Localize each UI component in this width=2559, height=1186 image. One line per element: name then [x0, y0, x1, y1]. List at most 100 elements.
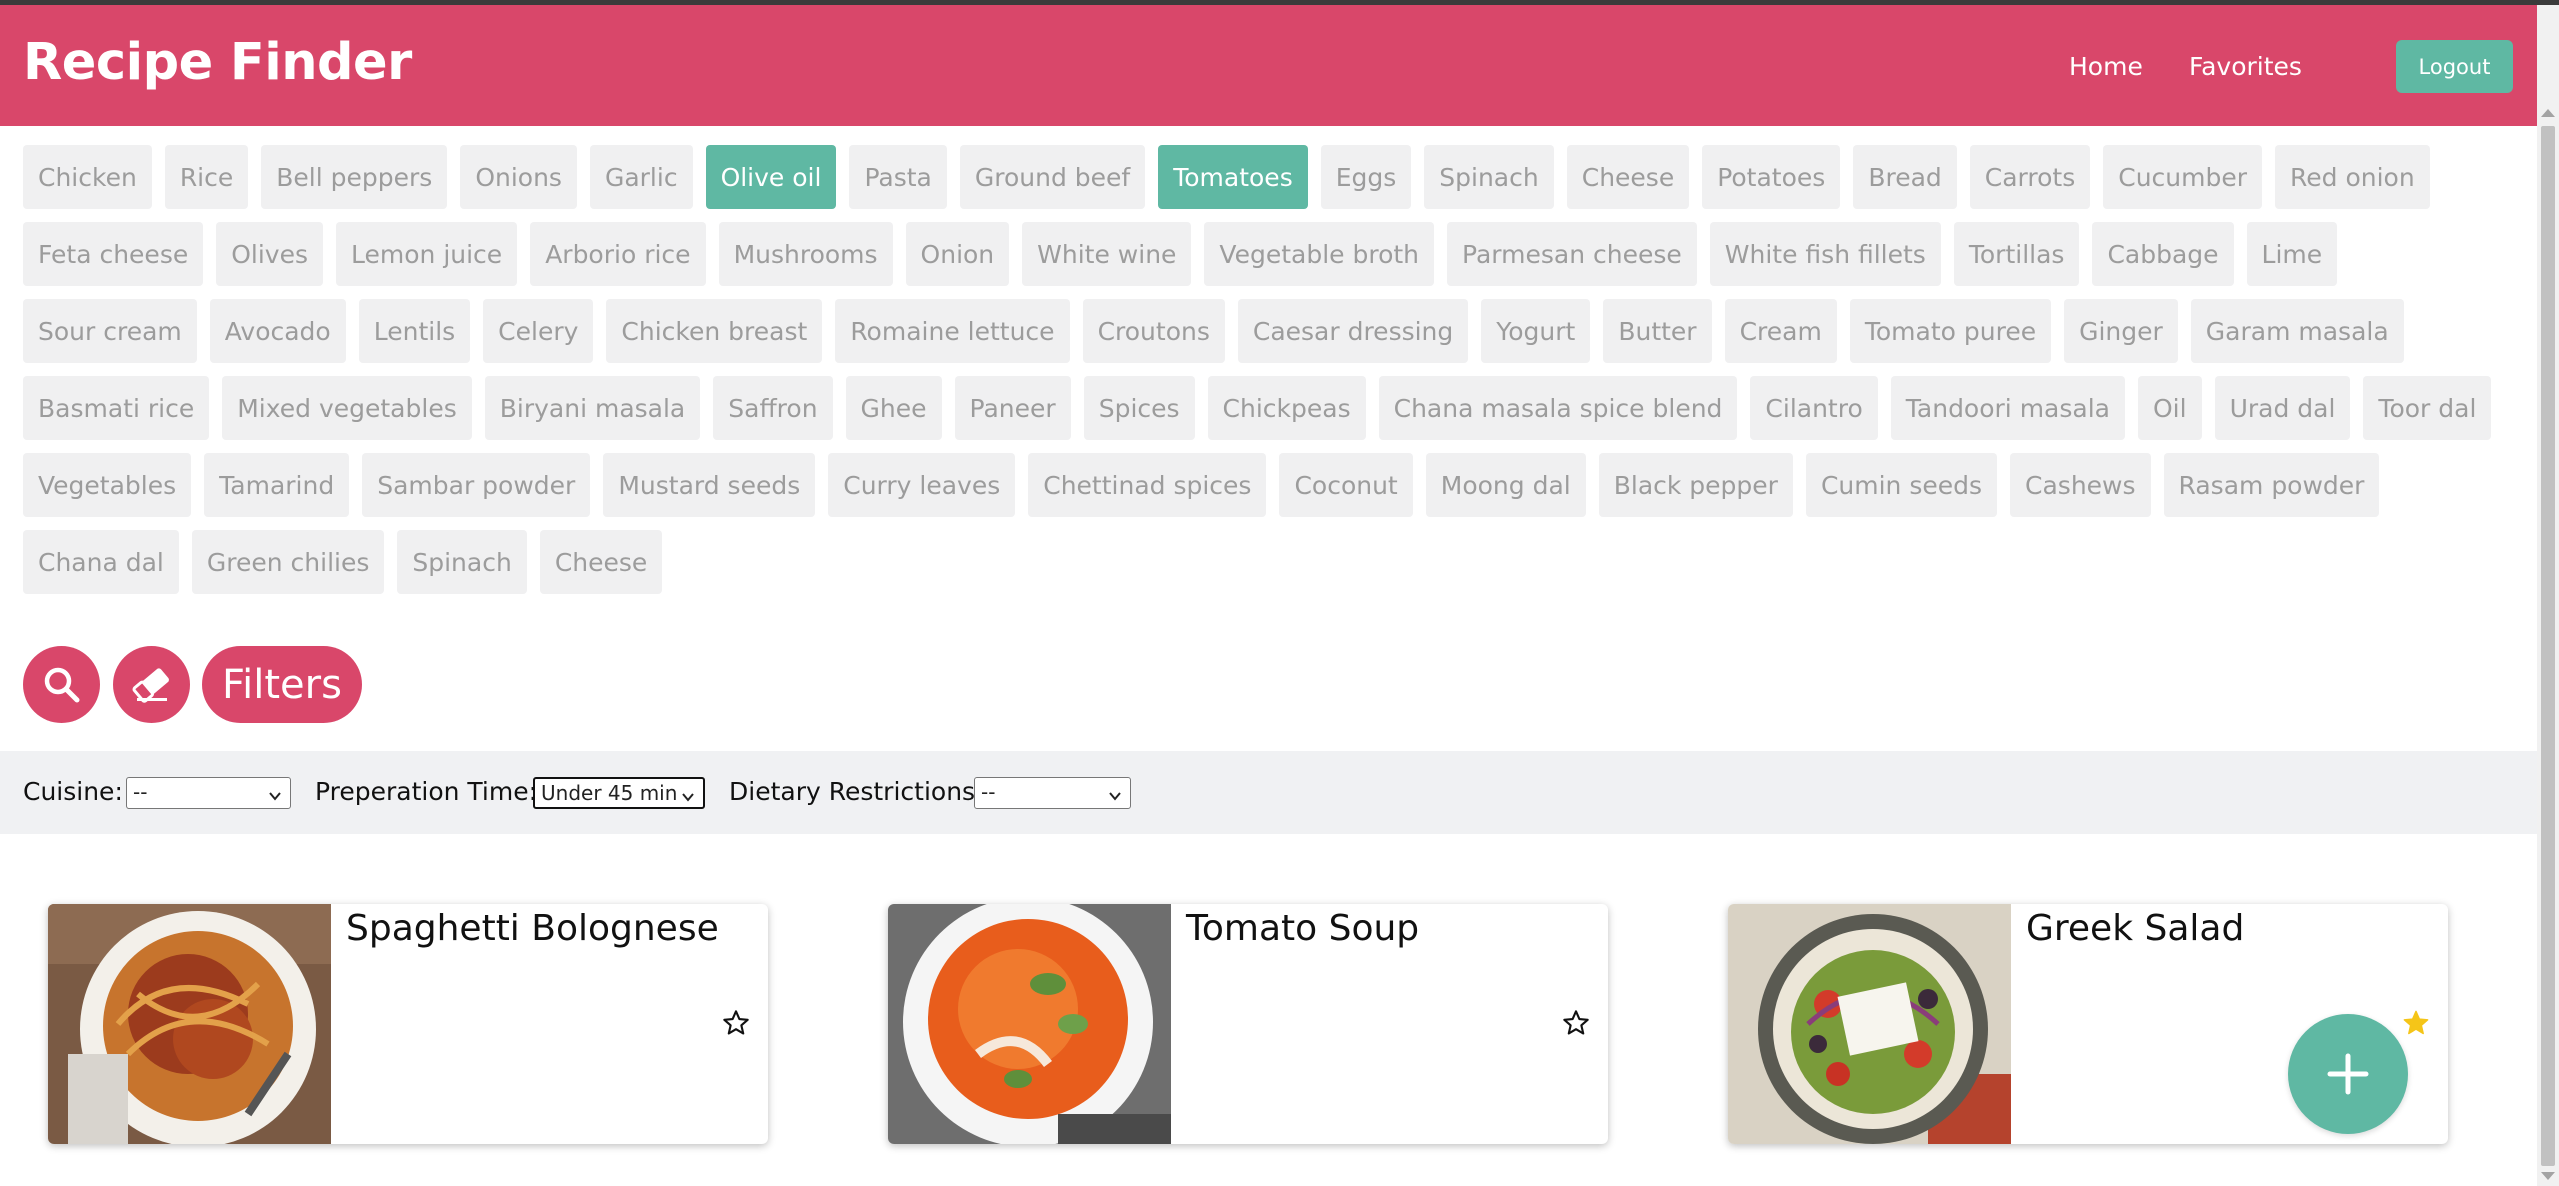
add-recipe-button[interactable] [2288, 1014, 2408, 1134]
ingredient-chip[interactable]: Cucumber [2103, 145, 2263, 209]
prep-time-select[interactable]: Under 45 min [533, 777, 705, 809]
ingredient-chip[interactable]: Avocado [209, 299, 346, 363]
ingredient-chip[interactable]: Butter [1603, 299, 1712, 363]
ingredient-chip[interactable]: Carrots [1969, 145, 2091, 209]
prep-time-label: Preperation Time: [315, 777, 538, 806]
ingredient-chip[interactable]: Rice [164, 145, 249, 209]
ingredient-chip[interactable]: Olive oil [705, 145, 837, 209]
ingredient-chip[interactable]: Celery [483, 299, 594, 363]
ingredient-chip[interactable]: Tomatoes [1158, 145, 1308, 209]
ingredient-chip[interactable]: Cumin seeds [1805, 453, 1998, 517]
ingredient-chip[interactable]: Basmati rice [23, 376, 210, 440]
ingredient-chip[interactable]: Romaine lettuce [835, 299, 1070, 363]
ingredient-chip[interactable]: Garlic [589, 145, 693, 209]
ingredient-chip[interactable]: Chana masala spice blend [1378, 376, 1738, 440]
ingredient-chip[interactable]: Eggs [1320, 145, 1412, 209]
ingredient-chip[interactable]: Cheese [539, 530, 663, 594]
filters-button[interactable]: Filters [202, 646, 362, 723]
ingredient-chip[interactable]: Bread [1853, 145, 1957, 209]
ingredient-chip[interactable]: Vegetable broth [1204, 222, 1435, 286]
ingredient-chip[interactable]: Spinach [397, 530, 527, 594]
ingredient-chip[interactable]: Coconut [1279, 453, 1413, 517]
favorite-star-icon[interactable] [1562, 1009, 1590, 1037]
ingredient-chip[interactable]: Feta cheese [23, 222, 204, 286]
plus-icon [2327, 1053, 2369, 1095]
recipe-image-greek-salad [1728, 904, 2011, 1144]
favorite-star-icon[interactable] [722, 1009, 750, 1037]
ingredient-chip[interactable]: Biryani masala [484, 376, 701, 440]
ingredient-chip[interactable]: Ginger [2064, 299, 2178, 363]
ingredient-chip[interactable]: Tortillas [1953, 222, 2080, 286]
ingredient-chip[interactable]: Ground beef [959, 145, 1146, 209]
ingredient-chip[interactable]: Onion [905, 222, 1010, 286]
ingredient-chip[interactable]: Chickpeas [1207, 376, 1366, 440]
ingredient-chip[interactable]: Rasam powder [2163, 453, 2380, 517]
ingredient-chip[interactable]: Cilantro [1750, 376, 1878, 440]
ingredient-chip[interactable]: Cheese [1566, 145, 1690, 209]
ingredient-chip[interactable]: Spices [1083, 376, 1195, 440]
ingredient-chip[interactable]: Mushrooms [718, 222, 893, 286]
ingredient-chip[interactable]: Cashews [2010, 453, 2151, 517]
ingredient-chip[interactable]: Cabbage [2092, 222, 2234, 286]
ingredient-chip[interactable]: Sour cream [23, 299, 197, 363]
ingredient-chip[interactable]: Tandoori masala [1890, 376, 2125, 440]
ingredient-chip[interactable]: Paneer [954, 376, 1071, 440]
recipe-card[interactable]: Tomato Soup [888, 904, 1608, 1144]
ingredient-chip[interactable]: Croutons [1082, 299, 1225, 363]
ingredient-chip[interactable]: White wine [1022, 222, 1192, 286]
ingredient-chip[interactable]: Mixed vegetables [222, 376, 472, 440]
recipe-card[interactable]: Spaghetti Bolognese [48, 904, 768, 1144]
ingredient-chip[interactable]: Yogurt [1481, 299, 1591, 363]
ingredient-chip[interactable]: Urad dal [2214, 376, 2351, 440]
ingredient-chip[interactable]: Bell peppers [261, 145, 448, 209]
ingredient-chip[interactable]: Tomato puree [1849, 299, 2052, 363]
ingredient-chip[interactable]: Red onion [2275, 145, 2430, 209]
ingredient-chip[interactable]: Potatoes [1702, 145, 1841, 209]
scrollbar-thumb[interactable] [2541, 126, 2555, 1166]
ingredient-chip[interactable]: Moong dal [1425, 453, 1586, 517]
ingredient-chip[interactable]: Olives [216, 222, 324, 286]
ingredient-chip[interactable]: Vegetables [23, 453, 192, 517]
scroll-down-arrow-icon[interactable] [2541, 1172, 2555, 1180]
ingredient-chip[interactable]: Sambar powder [362, 453, 591, 517]
ingredient-chip[interactable]: Lentils [358, 299, 471, 363]
ingredient-chip[interactable]: Lime [2246, 222, 2338, 286]
ingredient-chip[interactable]: Chicken breast [606, 299, 823, 363]
ingredient-chip[interactable]: Parmesan cheese [1447, 222, 1697, 286]
ingredient-chip[interactable]: Mustard seeds [603, 453, 816, 517]
ingredient-chip[interactable]: White fish fillets [1709, 222, 1941, 286]
nav-favorites-link[interactable]: Favorites [2189, 52, 2302, 81]
favorite-star-icon[interactable] [2402, 1009, 2430, 1037]
clear-selection-button[interactable] [113, 646, 190, 723]
ingredient-chip[interactable]: Cream [1724, 299, 1837, 363]
dietary-restrictions-select[interactable]: -- [974, 777, 1131, 809]
scroll-up-arrow-icon[interactable] [2541, 109, 2555, 117]
search-button[interactable] [23, 646, 100, 723]
ingredient-chip[interactable]: Caesar dressing [1237, 299, 1469, 363]
cuisine-select[interactable]: -- [126, 777, 291, 809]
ingredient-chip[interactable]: Spinach [1424, 145, 1554, 209]
ingredient-chip[interactable]: Chicken [23, 145, 152, 209]
ingredient-chip[interactable]: Curry leaves [828, 453, 1016, 517]
ingredient-chip[interactable]: Ghee [845, 376, 942, 440]
ingredient-chip[interactable]: Tamarind [204, 453, 350, 517]
ingredient-chip[interactable]: Garam masala [2190, 299, 2404, 363]
ingredient-chip[interactable]: Oil [2137, 376, 2202, 440]
ingredient-chip[interactable]: Lemon juice [336, 222, 518, 286]
logout-button[interactable]: Logout [2396, 40, 2513, 93]
ingredient-chip[interactable]: Chana dal [23, 530, 179, 594]
dietary-select-value: -- [981, 780, 996, 804]
app-header: Recipe Finder Home Favorites Logout [0, 5, 2537, 126]
ingredient-chip[interactable]: Saffron [713, 376, 833, 440]
ingredient-chip[interactable]: Arborio rice [530, 222, 706, 286]
ingredient-chip[interactable]: Black pepper [1598, 453, 1793, 517]
ingredient-chip[interactable]: Onions [460, 145, 577, 209]
chevron-down-icon [681, 785, 695, 809]
ingredient-chip[interactable]: Green chilies [191, 530, 385, 594]
ingredient-chip[interactable]: Toor dal [2363, 376, 2492, 440]
ingredient-chip[interactable]: Pasta [849, 145, 947, 209]
ingredient-chip[interactable]: Chettinad spices [1028, 453, 1267, 517]
filter-bar: Cuisine: -- Preperation Time: Under 45 m… [0, 751, 2537, 834]
nav-home-link[interactable]: Home [2069, 52, 2143, 81]
chevron-down-icon [1108, 784, 1122, 808]
